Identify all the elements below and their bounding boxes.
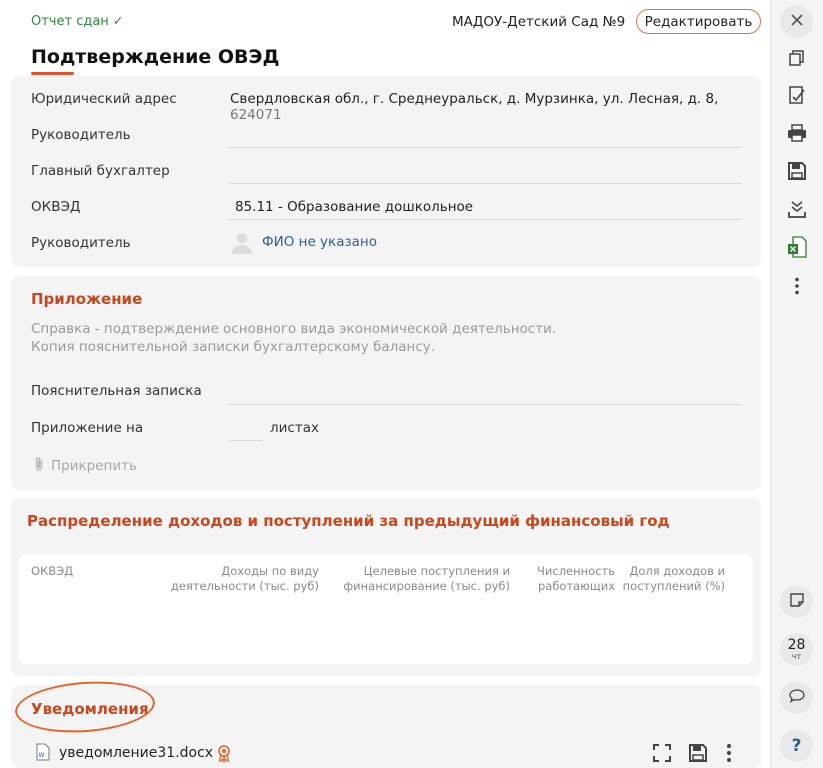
column-header-share: Доля доходов и поступлений (%) bbox=[622, 564, 725, 593]
expand-icon[interactable] bbox=[652, 743, 672, 767]
column-header-okved: ОКВЭД bbox=[31, 564, 74, 578]
save-icon bbox=[787, 161, 807, 185]
save-button[interactable] bbox=[782, 158, 812, 188]
calendar-button[interactable]: 28 чт bbox=[780, 633, 813, 666]
pages-label: Приложение на bbox=[31, 420, 144, 436]
column-header-targeted: Целевые поступления и финансирование (ты… bbox=[343, 564, 510, 593]
signature-seal-icon bbox=[217, 745, 231, 767]
accountant-field-underline bbox=[229, 183, 741, 184]
page-title: Подтверждение ОВЭД bbox=[31, 46, 280, 68]
paperclip-icon bbox=[33, 456, 45, 476]
manager-link[interactable]: ФИО не указано bbox=[262, 234, 377, 250]
okved-label: ОКВЭД bbox=[31, 199, 81, 215]
notification-file-name[interactable]: уведомление31.docx bbox=[59, 745, 213, 761]
note-label: Пояснительная записка bbox=[31, 383, 202, 399]
chat-button[interactable] bbox=[780, 681, 813, 714]
date-number: 28 bbox=[787, 637, 806, 653]
attachment-hint-2: Копия пояснительной записки бухгалтерско… bbox=[31, 339, 436, 355]
address-label: Юридический адрес bbox=[31, 91, 177, 107]
export-excel-button[interactable] bbox=[782, 234, 812, 264]
address-text: Свердловская обл., г. Среднеуральск, д. … bbox=[230, 91, 719, 107]
close-icon bbox=[790, 12, 804, 31]
print-button[interactable] bbox=[782, 120, 812, 150]
manager-label: Руководитель bbox=[31, 235, 131, 251]
file-more-icon[interactable] bbox=[723, 743, 735, 767]
notifications-card: Уведомления W уведомление31.docx bbox=[11, 677, 761, 768]
head-label: Руководитель bbox=[31, 127, 131, 143]
title-underline bbox=[31, 72, 74, 75]
note-field-underline bbox=[229, 404, 741, 405]
send-button[interactable] bbox=[782, 196, 812, 226]
distribution-card: Распределение доходов и поступлений за п… bbox=[11, 498, 761, 676]
page: Отчет сдан ✓ МАДОУ-Детский Сад №9 Редакти… bbox=[0, 0, 823, 768]
avatar-icon bbox=[230, 230, 254, 254]
okved-field[interactable]: 85.11 - Образование дошкольное bbox=[235, 199, 473, 215]
distribution-title: Распределение доходов и поступлений за п… bbox=[27, 512, 670, 530]
word-file-icon: W bbox=[36, 743, 50, 765]
status-text: Отчет сдан bbox=[31, 14, 109, 29]
column-header-employees: Численность работающих bbox=[537, 564, 615, 593]
accountant-label: Главный бухгалтер bbox=[31, 163, 170, 179]
main-panel: Отчет сдан ✓ МАДОУ-Детский Сад №9 Редакти… bbox=[0, 0, 770, 768]
more-vertical-icon bbox=[794, 277, 800, 299]
edit-button[interactable]: Редактировать bbox=[636, 9, 761, 34]
svg-text:W: W bbox=[39, 752, 45, 759]
attachment-title: Приложение bbox=[31, 290, 143, 308]
chat-icon bbox=[788, 688, 806, 708]
highlight-circle bbox=[13, 677, 157, 737]
attachment-card: Приложение Справка - подтверждение основ… bbox=[11, 276, 761, 490]
right-toolbar: 28 чт ? bbox=[770, 0, 823, 768]
okved-field-underline bbox=[229, 219, 741, 220]
info-card: Юридический адрес Свердловская обл., г. … bbox=[11, 76, 761, 267]
date-weekday: чт bbox=[791, 652, 802, 661]
notes-button[interactable] bbox=[780, 585, 813, 618]
distribution-table: ОКВЭД Доходы по виду деятельности (тыс. … bbox=[19, 554, 753, 664]
printer-icon bbox=[787, 123, 807, 147]
address-value: Свердловская обл., г. Среднеуральск, д. … bbox=[230, 91, 761, 123]
address-zip: 624071 bbox=[230, 107, 282, 123]
help-button[interactable]: ? bbox=[780, 729, 813, 762]
attach-label: Прикрепить bbox=[51, 458, 137, 474]
pages-field-underline bbox=[229, 440, 263, 441]
pages-suffix: листах bbox=[270, 420, 319, 436]
attachment-hint-1: Справка - подтверждение основного вида э… bbox=[31, 321, 557, 337]
close-button[interactable] bbox=[780, 5, 813, 38]
more-actions-button[interactable] bbox=[782, 273, 812, 303]
head-field-underline bbox=[229, 147, 741, 148]
send-tray-icon bbox=[787, 199, 807, 223]
organization-name: МАДОУ-Детский Сад №9 bbox=[452, 14, 626, 30]
column-header-income: Доходы по виду деятельности (тыс. руб) bbox=[170, 564, 319, 593]
sign-button[interactable] bbox=[782, 82, 812, 112]
check-icon: ✓ bbox=[112, 14, 124, 29]
save-file-icon[interactable] bbox=[688, 743, 708, 767]
document-check-icon bbox=[787, 85, 807, 109]
note-icon bbox=[789, 592, 805, 612]
excel-icon bbox=[787, 236, 807, 262]
report-status: Отчет сдан ✓ bbox=[31, 14, 124, 29]
attach-button[interactable]: Прикрепить bbox=[33, 456, 137, 476]
help-icon: ? bbox=[791, 735, 802, 756]
copy-icon bbox=[788, 49, 806, 71]
copy-button[interactable] bbox=[782, 45, 812, 75]
